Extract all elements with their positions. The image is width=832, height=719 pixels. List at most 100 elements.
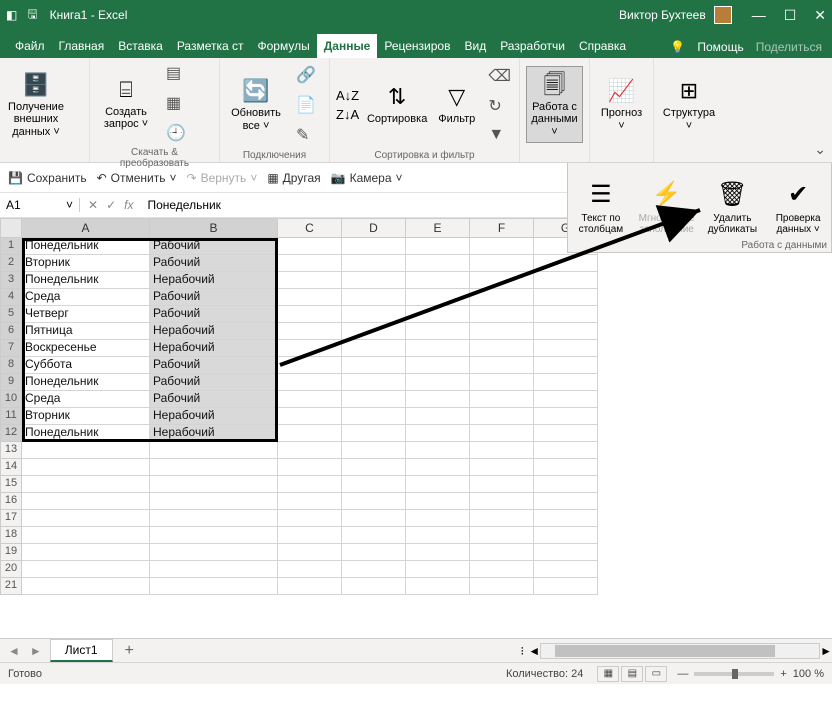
new-query-button[interactable]: ⌸ Создать запрос ˅ — [96, 72, 156, 134]
cell[interactable] — [150, 561, 278, 578]
cell[interactable] — [470, 459, 534, 476]
column-header[interactable]: F — [470, 218, 534, 238]
cell[interactable] — [150, 442, 278, 459]
cell[interactable] — [342, 374, 406, 391]
cell[interactable] — [278, 561, 342, 578]
cell[interactable] — [534, 493, 598, 510]
fx-icon[interactable]: fx — [124, 198, 133, 212]
row-header[interactable]: 21 — [0, 578, 22, 595]
cell[interactable]: Рабочий — [150, 289, 278, 306]
cell[interactable] — [342, 306, 406, 323]
cell[interactable]: Вторник — [22, 255, 150, 272]
cell[interactable] — [278, 289, 342, 306]
cell[interactable] — [278, 238, 342, 255]
flash-fill-button[interactable]: ⚡ Мгновенное заполнение — [634, 163, 700, 252]
row-header[interactable]: 14 — [0, 459, 22, 476]
collapse-ribbon-icon[interactable]: ⌄ — [814, 141, 826, 158]
cell[interactable] — [406, 527, 470, 544]
cell[interactable] — [278, 255, 342, 272]
cell[interactable]: Нерабочий — [150, 272, 278, 289]
column-header[interactable]: D — [342, 218, 406, 238]
view-page-break[interactable]: ▭ — [645, 666, 667, 682]
cell[interactable] — [534, 408, 598, 425]
cell[interactable] — [470, 408, 534, 425]
refresh-all-button[interactable]: 🔄 Обновить все ˅ — [226, 73, 286, 135]
cell[interactable] — [278, 340, 342, 357]
cell[interactable] — [406, 561, 470, 578]
row-header[interactable]: 12 — [0, 425, 22, 442]
tab-layout[interactable]: Разметка ст — [170, 34, 251, 58]
cell[interactable] — [342, 323, 406, 340]
cell[interactable] — [470, 544, 534, 561]
cell[interactable]: Рабочий — [150, 255, 278, 272]
tab-formulas[interactable]: Формулы — [251, 34, 317, 58]
cell[interactable] — [22, 527, 150, 544]
tab-view[interactable]: Вид — [457, 34, 493, 58]
cell[interactable]: Четверг — [22, 306, 150, 323]
cell[interactable] — [278, 476, 342, 493]
cell[interactable] — [470, 527, 534, 544]
cell[interactable] — [534, 459, 598, 476]
row-header[interactable]: 20 — [0, 561, 22, 578]
cell[interactable] — [406, 374, 470, 391]
edit-links-icon[interactable]: ✎ — [294, 123, 318, 147]
qat-redo[interactable]: ↷Вернуть˅ — [187, 171, 258, 185]
zoom-slider[interactable] — [694, 672, 774, 676]
row-header[interactable]: 7 — [0, 340, 22, 357]
cell[interactable] — [534, 527, 598, 544]
cell[interactable] — [406, 442, 470, 459]
cell[interactable] — [342, 340, 406, 357]
cell[interactable] — [342, 391, 406, 408]
minimize-button[interactable]: — — [752, 7, 766, 24]
row-header[interactable]: 17 — [0, 510, 22, 527]
cell[interactable] — [470, 476, 534, 493]
cell[interactable] — [534, 425, 598, 442]
cell[interactable] — [406, 544, 470, 561]
cell[interactable] — [342, 493, 406, 510]
cell[interactable] — [150, 459, 278, 476]
cell[interactable] — [150, 476, 278, 493]
cell[interactable] — [470, 391, 534, 408]
cancel-formula-icon[interactable]: ✕ — [88, 198, 98, 212]
cell[interactable] — [22, 561, 150, 578]
cell[interactable] — [470, 306, 534, 323]
cell[interactable] — [470, 561, 534, 578]
cell[interactable] — [278, 272, 342, 289]
enter-formula-icon[interactable]: ✓ — [106, 198, 116, 212]
data-validation-button[interactable]: ✔ Проверка данных ˅ — [765, 163, 831, 252]
cell[interactable] — [534, 340, 598, 357]
cell[interactable] — [342, 476, 406, 493]
zoom-in[interactable]: + — [780, 668, 786, 680]
cell[interactable] — [406, 510, 470, 527]
get-external-data-button[interactable]: 🗄️ Получение внешних данных ˅ — [6, 67, 66, 141]
recent-sources-icon[interactable]: 🕘 — [164, 121, 188, 145]
cell[interactable] — [406, 425, 470, 442]
maximize-button[interactable]: ☐ — [784, 7, 797, 24]
cell[interactable] — [342, 578, 406, 595]
name-box[interactable]: A1 ˅ — [0, 198, 80, 212]
cell[interactable] — [406, 340, 470, 357]
cell[interactable] — [406, 238, 470, 255]
cell[interactable] — [278, 425, 342, 442]
column-header[interactable]: E — [406, 218, 470, 238]
row-header[interactable]: 19 — [0, 544, 22, 561]
cell[interactable] — [534, 578, 598, 595]
row-header[interactable]: 8 — [0, 357, 22, 374]
cell[interactable] — [534, 391, 598, 408]
cell[interactable]: Нерабочий — [150, 408, 278, 425]
row-header[interactable]: 2 — [0, 255, 22, 272]
cell[interactable] — [22, 476, 150, 493]
cell[interactable] — [278, 459, 342, 476]
cell[interactable]: Вторник — [22, 408, 150, 425]
cell[interactable] — [342, 561, 406, 578]
cell[interactable] — [534, 306, 598, 323]
cell[interactable] — [278, 544, 342, 561]
cell[interactable] — [22, 459, 150, 476]
sort-button[interactable]: ⇅ Сортировка — [367, 79, 427, 129]
close-button[interactable]: ✕ — [814, 7, 826, 24]
sort-za-icon[interactable]: Z↓A — [336, 107, 359, 122]
cell[interactable] — [470, 340, 534, 357]
cell[interactable] — [534, 544, 598, 561]
cell[interactable]: Понедельник — [22, 374, 150, 391]
from-table-icon[interactable]: ▦ — [164, 91, 188, 115]
